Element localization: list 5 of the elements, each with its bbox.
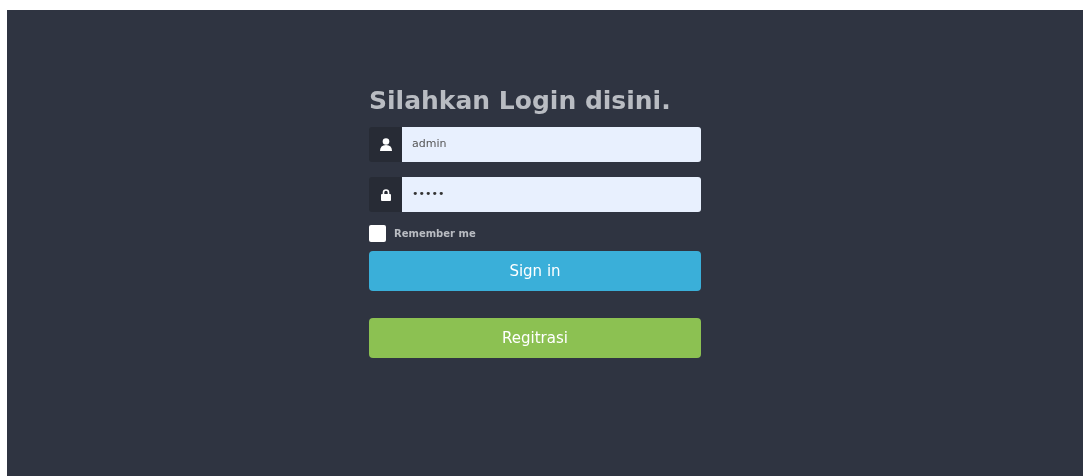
remember-label: Remember me — [394, 227, 476, 241]
remember-checkbox[interactable] — [369, 225, 386, 242]
lock-icon — [380, 188, 391, 201]
user-icon — [379, 138, 392, 151]
login-heading: Silahkan Login disini. — [369, 85, 672, 117]
